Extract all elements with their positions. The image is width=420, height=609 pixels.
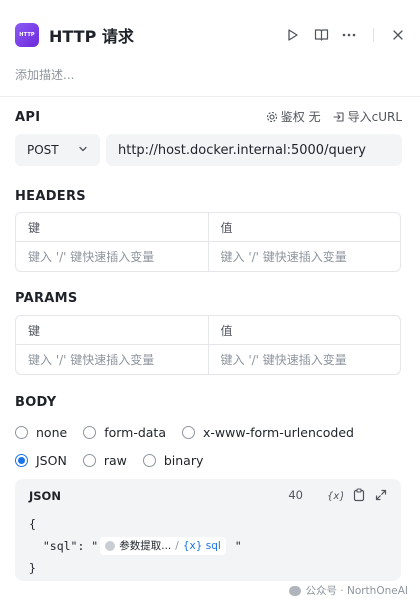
radio-dot: [15, 426, 28, 439]
panel-title: HTTP 请求: [49, 27, 134, 46]
radio-label: raw: [103, 453, 127, 468]
import-icon: [333, 111, 344, 122]
watermark-text: 公众号 · NorthOneAI: [305, 585, 408, 597]
node-icon: [105, 541, 116, 551]
radio-label: binary: [163, 453, 204, 468]
params-key-input[interactable]: 键入 '/' 键快速插入变量: [16, 345, 208, 374]
body-type-binary[interactable]: binary: [142, 453, 204, 468]
http-request-panel: HTTP HTTP 请求 添加描述... API 鉴权 无 导入cURL POS…: [0, 0, 420, 609]
radio-label: form-data: [104, 425, 166, 440]
variable-chip[interactable]: 参数提取... / {x} sql: [100, 537, 226, 555]
code-text: "sql": ": [29, 539, 99, 553]
radio-dot: [83, 426, 97, 439]
auth-label: 鉴权 无: [280, 110, 321, 124]
params-col-key: 键: [28, 323, 41, 338]
code-line: {: [29, 517, 36, 531]
watermark: 公众号 · NorthOneAI: [289, 583, 408, 598]
radio-dot: [142, 454, 156, 467]
header-separator: [373, 28, 374, 42]
import-curl-label: 导入cURL: [347, 110, 402, 124]
header-divider: [0, 96, 420, 97]
body-type-none[interactable]: none: [15, 425, 67, 440]
json-editor-tools: 40 {x}: [288, 488, 387, 502]
headers-value-input[interactable]: 键入 '/' 键快速插入变量: [207, 242, 401, 271]
params-table-header: 键 值: [16, 316, 400, 345]
headers-table-row: 键入 '/' 键快速插入变量 键入 '/' 键快速插入变量: [16, 242, 400, 271]
json-editor-title: JSON: [29, 489, 61, 503]
book-icon[interactable]: [311, 25, 331, 45]
radio-dot: [82, 454, 96, 467]
chip-node-label: 参数提取...: [119, 540, 172, 552]
json-editor[interactable]: JSON 40 {x} { "sql": " 参数提取... / {x} s: [15, 479, 401, 581]
method-select[interactable]: POST: [15, 134, 100, 166]
api-actions: 鉴权 无 导入cURL: [254, 108, 402, 125]
panel-header: HTTP HTTP 请求: [15, 22, 408, 48]
chip-variable-label: {x} sql: [182, 540, 221, 552]
params-value-input[interactable]: 键入 '/' 键快速插入变量: [207, 345, 401, 374]
import-curl-button[interactable]: 导入cURL: [333, 108, 402, 125]
body-type-json[interactable]: JSON: [15, 453, 67, 468]
body-type-raw[interactable]: raw: [82, 453, 127, 468]
headers-section-title: HEADERS: [15, 189, 86, 204]
http-node-icon: HTTP: [15, 23, 39, 47]
api-section-title: API: [15, 110, 41, 125]
code-line: }: [29, 561, 36, 575]
expand-icon[interactable]: [375, 489, 387, 501]
params-section-title: PARAMS: [15, 291, 78, 306]
body-type-row-2: JSON raw binary: [15, 453, 219, 468]
body-type-row-1: none form-data x-www-form-urlencoded: [15, 425, 370, 440]
auth-button[interactable]: 鉴权 无: [266, 108, 321, 125]
body-type-form-data[interactable]: form-data: [83, 425, 166, 440]
svg-text:{x}: {x}: [327, 491, 343, 501]
code-line: "sql": " 参数提取... / {x} sql ": [29, 535, 242, 557]
description-input[interactable]: 添加描述...: [15, 66, 74, 83]
close-icon[interactable]: [388, 25, 408, 45]
code-text: ": [227, 539, 242, 553]
char-count: 40: [288, 488, 303, 502]
radio-label: none: [36, 425, 68, 440]
insert-variable-icon[interactable]: {x}: [327, 489, 343, 501]
radio-label: JSON: [36, 453, 67, 468]
params-col-value: 值: [207, 316, 401, 344]
headers-table-header: 键 值: [16, 213, 400, 242]
params-table-row: 键入 '/' 键快速插入变量 键入 '/' 键快速插入变量: [16, 345, 400, 374]
copy-icon[interactable]: [353, 488, 365, 502]
header-actions: [275, 25, 408, 45]
radio-dot-selected: [15, 454, 28, 467]
headers-col-value: 值: [207, 213, 401, 241]
wechat-icon: [289, 585, 302, 596]
play-icon[interactable]: [283, 25, 303, 45]
json-code: { "sql": " 参数提取... / {x} sql " }: [29, 513, 242, 579]
more-icon[interactable]: [339, 25, 359, 45]
url-input[interactable]: http://host.docker.internal:5000/query: [106, 134, 402, 166]
gear-icon: [266, 111, 277, 122]
radio-label: x-www-form-urlencoded: [203, 425, 354, 440]
chevron-down-icon: [79, 146, 87, 152]
method-value: POST: [27, 143, 59, 157]
http-node-icon-text: HTTP: [19, 32, 35, 38]
headers-col-key: 键: [28, 220, 41, 235]
headers-table: 键 值 键入 '/' 键快速插入变量 键入 '/' 键快速插入变量: [15, 212, 401, 272]
params-table: 键 值 键入 '/' 键快速插入变量 键入 '/' 键快速插入变量: [15, 315, 401, 375]
body-section-title: BODY: [15, 395, 57, 410]
chip-separator: /: [175, 540, 179, 552]
body-type-x-www-form-urlencoded[interactable]: x-www-form-urlencoded: [182, 425, 354, 440]
radio-dot: [182, 426, 195, 439]
headers-key-input[interactable]: 键入 '/' 键快速插入变量: [16, 242, 208, 271]
